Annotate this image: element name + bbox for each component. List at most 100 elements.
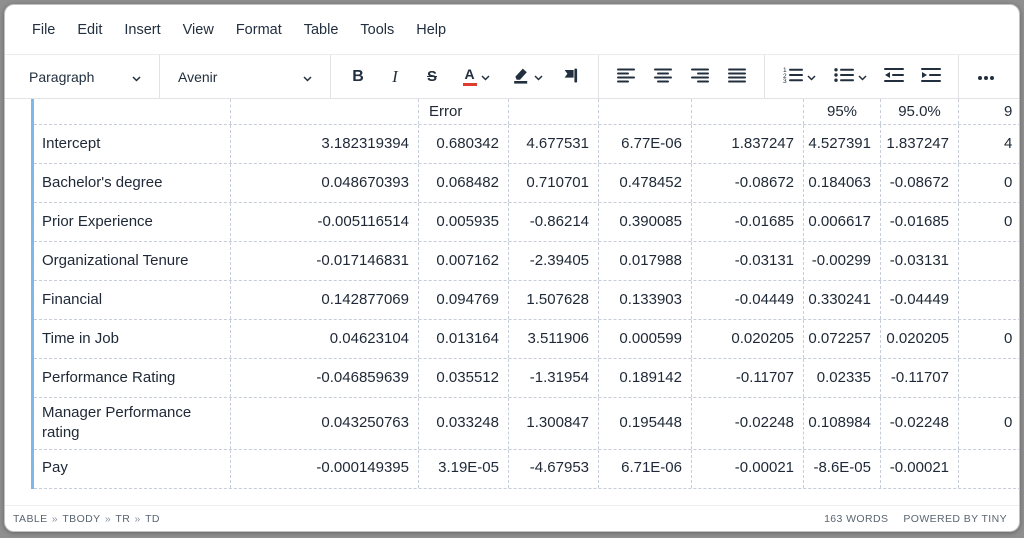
value-cell[interactable]: 0.005935 <box>419 203 509 241</box>
menu-help[interactable]: Help <box>405 16 457 44</box>
row-label-cell[interactable]: Bachelor's degree <box>34 164 231 202</box>
value-cell[interactable]: -0.00021 <box>881 449 959 488</box>
header-cell[interactable]: 95% <box>804 99 881 124</box>
indent-button[interactable] <box>914 62 948 92</box>
font-family-select[interactable]: Avenir <box>170 62 320 92</box>
element-path-item[interactable]: TBODY <box>61 511 101 527</box>
value-cell[interactable]: -0.00021 <box>692 449 804 488</box>
value-cell[interactable]: 6.77E-06 <box>599 125 692 163</box>
value-cell[interactable]: 0.04623104 <box>231 320 419 358</box>
header-cell[interactable]: 9 <box>959 99 1019 124</box>
value-cell[interactable]: 0.033248 <box>419 398 509 449</box>
row-label-cell[interactable]: Intercept <box>34 125 231 163</box>
value-cell[interactable]: 0.035512 <box>419 359 509 397</box>
value-cell[interactable]: 0.048670393 <box>231 164 419 202</box>
align-left-button[interactable] <box>609 62 643 92</box>
value-cell[interactable]: 0.013164 <box>419 320 509 358</box>
header-cell[interactable] <box>34 99 231 124</box>
value-cell[interactable]: -0.86214 <box>509 203 599 241</box>
menu-insert[interactable]: Insert <box>113 16 171 44</box>
value-cell[interactable]: 0.068482 <box>419 164 509 202</box>
value-cell[interactable]: 0.02335 <box>804 359 881 397</box>
value-cell[interactable]: 1.507628 <box>509 281 599 319</box>
row-label-cell[interactable]: Organizational Tenure <box>34 242 231 280</box>
value-cell[interactable]: 0 <box>959 203 1019 241</box>
align-justify-button[interactable] <box>720 62 754 92</box>
value-cell[interactable]: -0.00299 <box>804 242 881 280</box>
value-cell[interactable]: -0.01685 <box>692 203 804 241</box>
value-cell[interactable]: 6.71E-06 <box>599 449 692 488</box>
row-label-cell[interactable]: Financial <box>34 281 231 319</box>
editor-canvas[interactable]: Error 95% 95.0% 9 Intercept 3.182319394 0.6803… <box>5 99 1019 505</box>
value-cell[interactable]: -0.046859639 <box>231 359 419 397</box>
header-cell[interactable] <box>509 99 599 124</box>
bold-button[interactable]: B <box>341 62 375 92</box>
strikethrough-button[interactable]: S <box>415 62 449 92</box>
value-cell[interactable]: 1.300847 <box>509 398 599 449</box>
value-cell[interactable] <box>959 450 1019 488</box>
header-cell[interactable] <box>692 99 804 124</box>
value-cell[interactable]: -0.000149395 <box>231 449 419 488</box>
value-cell[interactable]: -1.31954 <box>509 359 599 397</box>
value-cell[interactable]: 0.330241 <box>804 281 881 319</box>
value-cell[interactable]: 3.511906 <box>509 320 599 358</box>
value-cell[interactable]: 0.094769 <box>419 281 509 319</box>
menu-table[interactable]: Table <box>293 16 350 44</box>
text-color-button[interactable]: A <box>452 62 500 92</box>
value-cell[interactable] <box>959 281 1019 319</box>
row-label-cell[interactable]: Time in Job <box>34 320 231 358</box>
value-cell[interactable]: 1.837247 <box>692 125 804 163</box>
row-label-cell[interactable]: Prior Experience <box>34 203 231 241</box>
align-center-button[interactable] <box>646 62 680 92</box>
word-count[interactable]: 163 WORDS <box>824 513 888 525</box>
element-path-item[interactable]: TR <box>114 511 131 527</box>
value-cell[interactable]: 0.108984 <box>804 398 881 449</box>
value-cell[interactable]: -0.04449 <box>881 281 959 319</box>
value-cell[interactable]: 0 <box>959 398 1019 449</box>
value-cell[interactable]: -0.11707 <box>692 359 804 397</box>
value-cell[interactable]: -8.6E-05 <box>804 449 881 488</box>
value-cell[interactable] <box>959 359 1019 397</box>
menu-file[interactable]: File <box>21 16 66 44</box>
menu-format[interactable]: Format <box>225 16 293 44</box>
element-path-item[interactable]: TABLE <box>12 511 48 527</box>
element-path-item[interactable]: TD <box>144 511 161 527</box>
value-cell[interactable]: 0.195448 <box>599 398 692 449</box>
value-cell[interactable]: 0.710701 <box>509 164 599 202</box>
value-cell[interactable]: 0.020205 <box>692 320 804 358</box>
value-cell[interactable]: 0.007162 <box>419 242 509 280</box>
background-color-button[interactable] <box>503 62 551 92</box>
value-cell[interactable]: -0.02248 <box>881 398 959 449</box>
value-cell[interactable]: -0.017146831 <box>231 242 419 280</box>
value-cell[interactable]: -0.02248 <box>692 398 804 449</box>
value-cell[interactable]: 0 <box>959 320 1019 358</box>
more-options-button[interactable] <box>969 62 1003 92</box>
value-cell[interactable]: 0.184063 <box>804 164 881 202</box>
row-label-cell[interactable]: Manager Performance rating <box>34 398 231 449</box>
value-cell[interactable]: -0.01685 <box>881 203 959 241</box>
format-painter-button[interactable] <box>554 62 588 92</box>
value-cell[interactable]: 0.006617 <box>804 203 881 241</box>
row-label-cell[interactable]: Pay <box>34 449 231 488</box>
value-cell[interactable]: -0.08672 <box>692 164 804 202</box>
value-cell[interactable]: 0.072257 <box>804 320 881 358</box>
header-cell[interactable]: 95.0% <box>881 99 959 124</box>
value-cell[interactable]: -2.39405 <box>509 242 599 280</box>
header-cell[interactable] <box>599 99 692 124</box>
italic-button[interactable]: I <box>378 62 412 92</box>
value-cell[interactable]: -0.11707 <box>881 359 959 397</box>
value-cell[interactable]: -0.03131 <box>881 242 959 280</box>
value-cell[interactable]: 0.142877069 <box>231 281 419 319</box>
value-cell[interactable]: 0.043250763 <box>231 398 419 449</box>
value-cell[interactable]: 0.000599 <box>599 320 692 358</box>
bullet-list-button[interactable] <box>826 62 874 92</box>
value-cell[interactable]: -0.08672 <box>881 164 959 202</box>
menu-tools[interactable]: Tools <box>349 16 405 44</box>
row-label-cell[interactable]: Performance Rating <box>34 359 231 397</box>
value-cell[interactable] <box>959 242 1019 280</box>
value-cell[interactable]: 4.527391 <box>804 125 881 163</box>
value-cell[interactable]: 0.390085 <box>599 203 692 241</box>
value-cell[interactable]: 3.182319394 <box>231 125 419 163</box>
value-cell[interactable]: 0.680342 <box>419 125 509 163</box>
header-cell[interactable] <box>231 99 419 124</box>
